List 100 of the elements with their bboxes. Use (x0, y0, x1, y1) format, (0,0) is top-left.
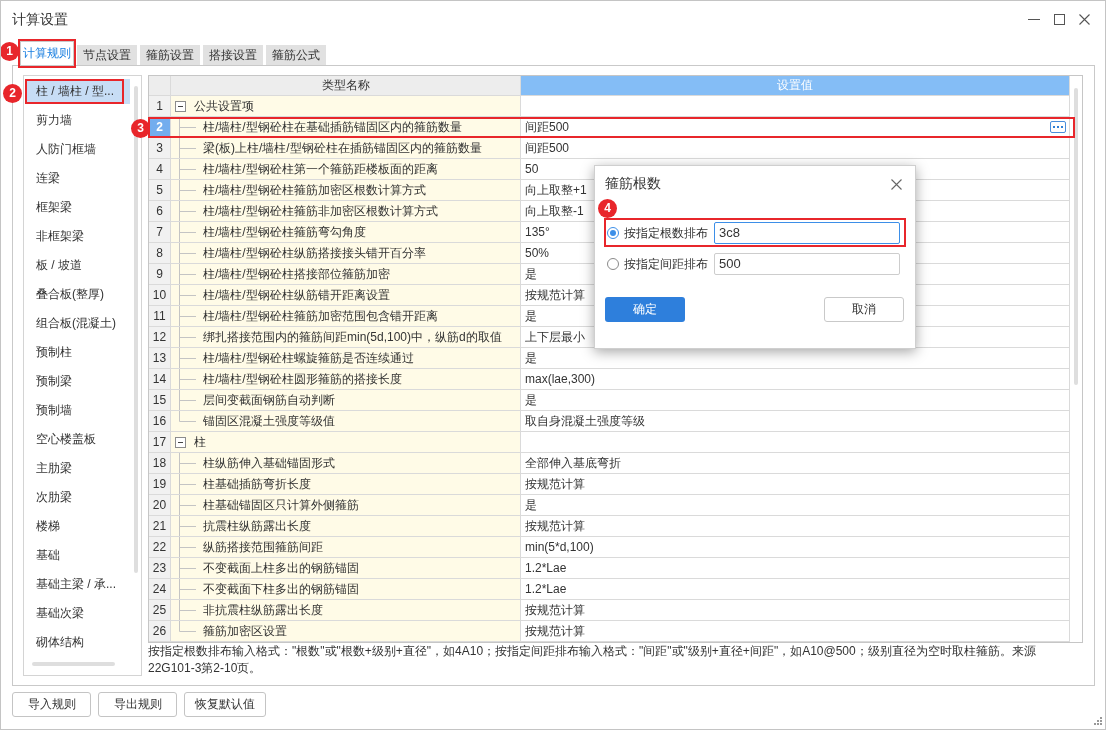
setting-value: 是 (525, 350, 537, 367)
setting-value: 按规范计算 (525, 602, 585, 619)
row-number: 26 (149, 621, 171, 642)
tree-connector (179, 117, 196, 137)
row-number: 9 (149, 264, 171, 285)
close-icon[interactable] (1079, 14, 1090, 25)
cancel-button[interactable]: 取消 (824, 297, 904, 322)
action-button[interactable]: 导入规则 (12, 692, 91, 717)
tree-connector (179, 306, 196, 326)
sidebar-item[interactable]: 组合板(混凝土) (25, 311, 130, 336)
sidebar-item[interactable]: 基础次梁 (25, 601, 130, 626)
row-number: 7 (149, 222, 171, 243)
setting-value: 是 (525, 392, 537, 409)
radio-button[interactable] (607, 227, 619, 239)
row-number: 15 (149, 390, 171, 411)
input-field[interactable]: 3c8 (714, 222, 900, 244)
tree-connector (179, 474, 196, 494)
window-title: 计算设置 (12, 10, 68, 29)
setting-name: 柱/墙柱/型钢砼柱在基础插筋锚固区内的箍筋数量 (203, 119, 462, 136)
tab[interactable]: 箍筋设置 (140, 45, 200, 65)
sidebar-item[interactable]: 空心楼盖板 (25, 427, 130, 452)
sidebar-item[interactable]: 人防门框墙 (25, 137, 130, 162)
collapse-icon[interactable] (175, 436, 186, 448)
setting-value: 向上取整+1 (525, 182, 587, 199)
resize-grip-icon[interactable] (1093, 716, 1102, 725)
setting-name: 柱/墙柱/型钢砼柱箍筋加密范围包含错开距离 (203, 308, 438, 325)
setting-name: 柱/墙柱/型钢砼柱搭接部位箍筋加密 (203, 266, 390, 283)
sidebar-item[interactable]: 剪力墙 (25, 108, 130, 133)
sidebar-item[interactable]: 连梁 (25, 166, 130, 191)
tab[interactable]: 节点设置 (77, 45, 137, 65)
tree-connector (179, 453, 196, 473)
column-header: 类型名称 (171, 76, 521, 96)
setting-name: 层间变截面钢筋自动判断 (203, 392, 335, 409)
sidebar-item[interactable]: 次肋梁 (25, 485, 130, 510)
tab[interactable]: 搭接设置 (203, 45, 263, 65)
radio-label[interactable]: 按指定间距排布 (624, 255, 710, 273)
tree-connector (179, 285, 196, 305)
setting-name: 锚固区混凝土强度等级值 (203, 413, 335, 430)
tab[interactable]: 箍筋公式 (266, 45, 326, 65)
setting-name: 梁(板)上柱/墙柱/型钢砼柱在插筋锚固区内的箍筋数量 (203, 140, 482, 157)
row-number: 12 (149, 327, 171, 348)
row-number: 11 (149, 306, 171, 327)
sidebar-item[interactable]: 砌体结构 (25, 630, 130, 655)
tree-connector (179, 222, 196, 242)
row-number: 1 (149, 96, 171, 117)
tree-connector (179, 327, 196, 347)
sidebar-item[interactable]: 预制墙 (25, 398, 130, 423)
setting-name: 不变截面上柱多出的钢筋锚固 (203, 560, 359, 577)
row-number: 17 (149, 432, 171, 453)
row-number: 6 (149, 201, 171, 222)
maximize-icon[interactable] (1054, 14, 1065, 25)
callout-number: 2 (3, 84, 22, 103)
radio-button[interactable] (607, 258, 619, 270)
input-field[interactable]: 500 (714, 253, 900, 275)
setting-name: 抗震柱纵筋露出长度 (203, 518, 311, 535)
tree-connector (179, 243, 196, 263)
vertical-scrollbar[interactable] (134, 86, 138, 573)
callout-number: 3 (131, 119, 150, 138)
tree-connector (179, 516, 196, 536)
setting-name: 非抗震柱纵筋露出长度 (203, 602, 323, 619)
callout-number: 4 (598, 199, 617, 218)
setting-value: 1.2*Lae (525, 581, 567, 598)
setting-name: 柱/墙柱/型钢砼柱纵筋错开距离设置 (203, 287, 390, 304)
tree-connector (179, 558, 196, 578)
sidebar-item[interactable]: 框架梁 (25, 195, 130, 220)
sidebar-item[interactable]: 预制梁 (25, 369, 130, 394)
radio-label[interactable]: 按指定根数排布 (624, 224, 710, 242)
group-name: 柱 (194, 434, 206, 451)
vertical-scrollbar[interactable] (1074, 88, 1078, 385)
setting-value: 按规范计算 (525, 476, 585, 493)
sidebar-item[interactable]: 叠合板(整厚) (25, 282, 130, 307)
setting-value: 按规范计算 (525, 518, 585, 535)
confirm-button[interactable]: 确定 (605, 297, 685, 322)
horizontal-scrollbar[interactable] (32, 662, 115, 666)
setting-name: 柱基础插筋弯折长度 (203, 476, 311, 493)
tab[interactable]: 计算规则 (20, 41, 74, 65)
row-number: 16 (149, 411, 171, 432)
tree-connector (179, 264, 196, 284)
sidebar-item[interactable]: 板 / 坡道 (25, 253, 130, 278)
setting-name: 柱基础锚固区只计算外侧箍筋 (203, 497, 359, 514)
sidebar-item[interactable]: 预制柱 (25, 340, 130, 365)
row-number: 23 (149, 558, 171, 579)
close-icon[interactable] (891, 178, 902, 190)
row-number: 10 (149, 285, 171, 306)
setting-value: 间距500 (525, 140, 570, 157)
sidebar-item[interactable]: 非框架梁 (25, 224, 130, 249)
action-button[interactable]: 恢复默认值 (184, 692, 266, 717)
sidebar-item[interactable]: 基础 (25, 543, 130, 568)
row-number: 3 (149, 138, 171, 159)
tree-connector (179, 348, 196, 368)
collapse-icon[interactable] (175, 100, 186, 112)
sidebar-item[interactable]: 楼梯 (25, 514, 130, 539)
action-button[interactable]: 导出规则 (98, 692, 177, 717)
sidebar-item[interactable]: 主肋梁 (25, 456, 130, 481)
sidebar-item[interactable]: 基础主梁 / 承... (25, 572, 130, 597)
row-number: 19 (149, 474, 171, 495)
setting-name: 柱/墙柱/型钢砼柱第一个箍筋距楼板面的距离 (203, 161, 438, 178)
more-button[interactable] (1050, 121, 1066, 133)
setting-value: 间距500 (525, 119, 570, 136)
tree-connector (179, 180, 196, 200)
